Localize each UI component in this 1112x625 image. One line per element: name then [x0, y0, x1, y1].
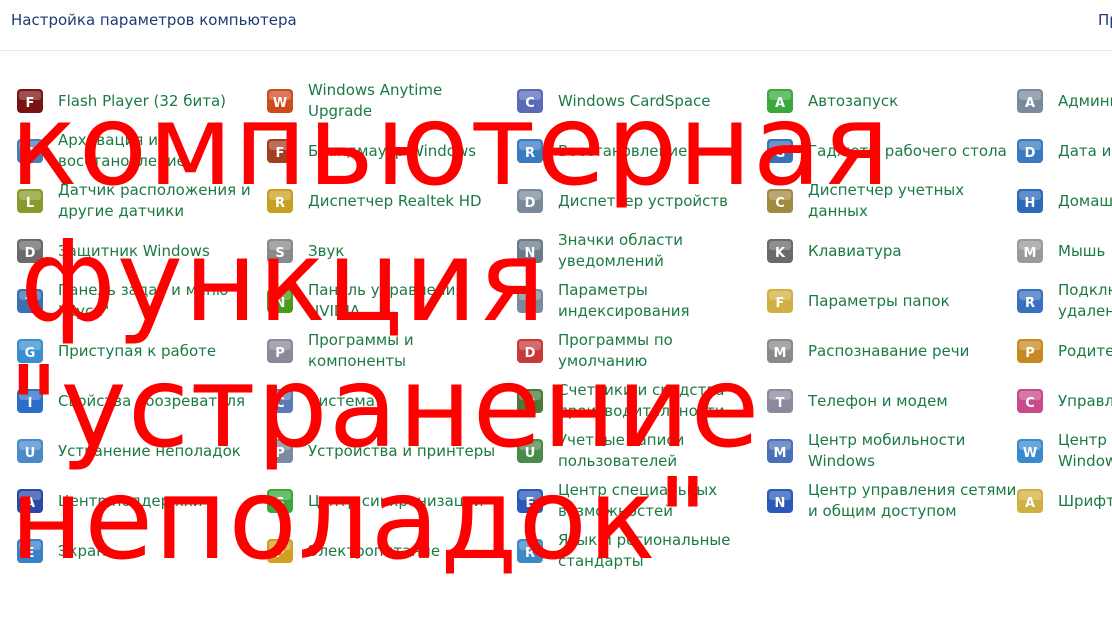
svg-text:N: N — [775, 496, 786, 511]
control-panel-item-label: Домашн — [1058, 191, 1112, 210]
svg-text:F: F — [776, 296, 785, 311]
control-panel-item[interactable]: P Родител — [1014, 328, 1112, 374]
overlay-caption-line: неполадок" — [10, 455, 710, 585]
control-panel-item-label: Подклю удаленн — [1058, 281, 1112, 320]
parental-controls-icon: P — [1014, 335, 1046, 367]
control-panel-item[interactable]: D Дата и в — [1014, 128, 1112, 174]
svg-text:H: H — [1025, 196, 1036, 211]
overlay-caption-line: функция — [20, 217, 547, 347]
view-by-label[interactable]: Пр — [1098, 11, 1112, 29]
control-panel-item[interactable]: A Шрифты — [1014, 478, 1112, 524]
control-panel-item[interactable]: M Распознавание речи — [764, 328, 969, 374]
admin-tools-icon: A — [1014, 85, 1046, 117]
svg-text:A: A — [1025, 96, 1035, 111]
control-panel-item-label: Клавиатура — [808, 241, 902, 260]
control-panel-item-label: Дата и в — [1058, 141, 1112, 160]
control-panel-item[interactable]: K Клавиатура — [764, 228, 902, 274]
control-panel-item[interactable]: M Мышь — [1014, 228, 1105, 274]
control-panel-item[interactable]: C Управле — [1014, 378, 1112, 424]
page-title: Настройка параметров компьютера — [11, 11, 297, 29]
control-panel-item[interactable]: T Телефон и модем — [764, 378, 948, 424]
date-time-icon: D — [1014, 135, 1046, 167]
control-panel-item[interactable]: W Центр о Window — [1014, 428, 1112, 474]
control-panel-header: Настройка параметров компьютера Пр — [0, 0, 1112, 51]
control-panel-item-label: Родител — [1058, 341, 1112, 360]
control-panel-item[interactable]: N Центр управления сетями и общим доступо… — [764, 478, 1016, 524]
control-panel-item-label: Параметры папок — [808, 291, 950, 310]
homegroup-icon: H — [1014, 185, 1046, 217]
svg-text:K: K — [775, 246, 786, 261]
control-panel-item-label: Центр управления сетями и общим доступом — [808, 481, 1017, 520]
svg-text:R: R — [1025, 296, 1035, 311]
svg-text:C: C — [1025, 396, 1035, 411]
network-center-icon: N — [764, 485, 796, 517]
color-management-icon: C — [1014, 385, 1046, 417]
control-panel-item-label: Управле — [1058, 391, 1112, 410]
control-panel-item-label: Админи — [1058, 91, 1112, 110]
overlay-caption-line: "устранение — [8, 343, 761, 473]
svg-text:M: M — [774, 346, 787, 361]
overlay-caption-line: компьютерная — [10, 81, 891, 211]
windows-update-icon: W — [1014, 435, 1046, 467]
folder-options-icon: F — [764, 285, 796, 317]
control-panel-item-label: Мышь — [1058, 241, 1106, 260]
mouse-icon: M — [1014, 235, 1046, 267]
control-panel-item[interactable]: M Центр мобильности Windows — [764, 428, 965, 474]
control-panel-item-label: Шрифты — [1058, 491, 1112, 510]
svg-text:P: P — [1025, 346, 1035, 361]
control-panel-item-label: Распознавание речи — [808, 341, 970, 360]
svg-text:T: T — [776, 396, 785, 411]
remote-connection-icon: R — [1014, 285, 1046, 317]
control-panel-item[interactable]: H Домашн — [1014, 178, 1112, 224]
svg-text:A: A — [1025, 496, 1035, 511]
control-panel-item-label: Значки области уведомлений — [558, 231, 683, 270]
svg-text:D: D — [1025, 146, 1036, 161]
phone-modem-icon: T — [764, 385, 796, 417]
mobility-center-icon: M — [764, 435, 796, 467]
keyboard-icon: K — [764, 235, 796, 267]
control-panel-item[interactable]: F Параметры папок — [764, 278, 950, 324]
control-panel-item-label: Центр мобильности Windows — [808, 431, 966, 470]
svg-text:W: W — [1023, 446, 1037, 461]
control-panel-item[interactable]: A Админи — [1014, 78, 1112, 124]
speech-icon: M — [764, 335, 796, 367]
svg-text:M: M — [774, 446, 787, 461]
fonts-icon: A — [1014, 485, 1046, 517]
svg-text:M: M — [1024, 246, 1037, 261]
control-panel-item-label: Параметры индексирования — [558, 281, 690, 320]
control-panel-item-label: Телефон и модем — [808, 391, 948, 410]
control-panel-item[interactable]: R Подклю удаленн — [1014, 278, 1112, 324]
control-panel-item-label: Центр о Window — [1058, 431, 1112, 470]
